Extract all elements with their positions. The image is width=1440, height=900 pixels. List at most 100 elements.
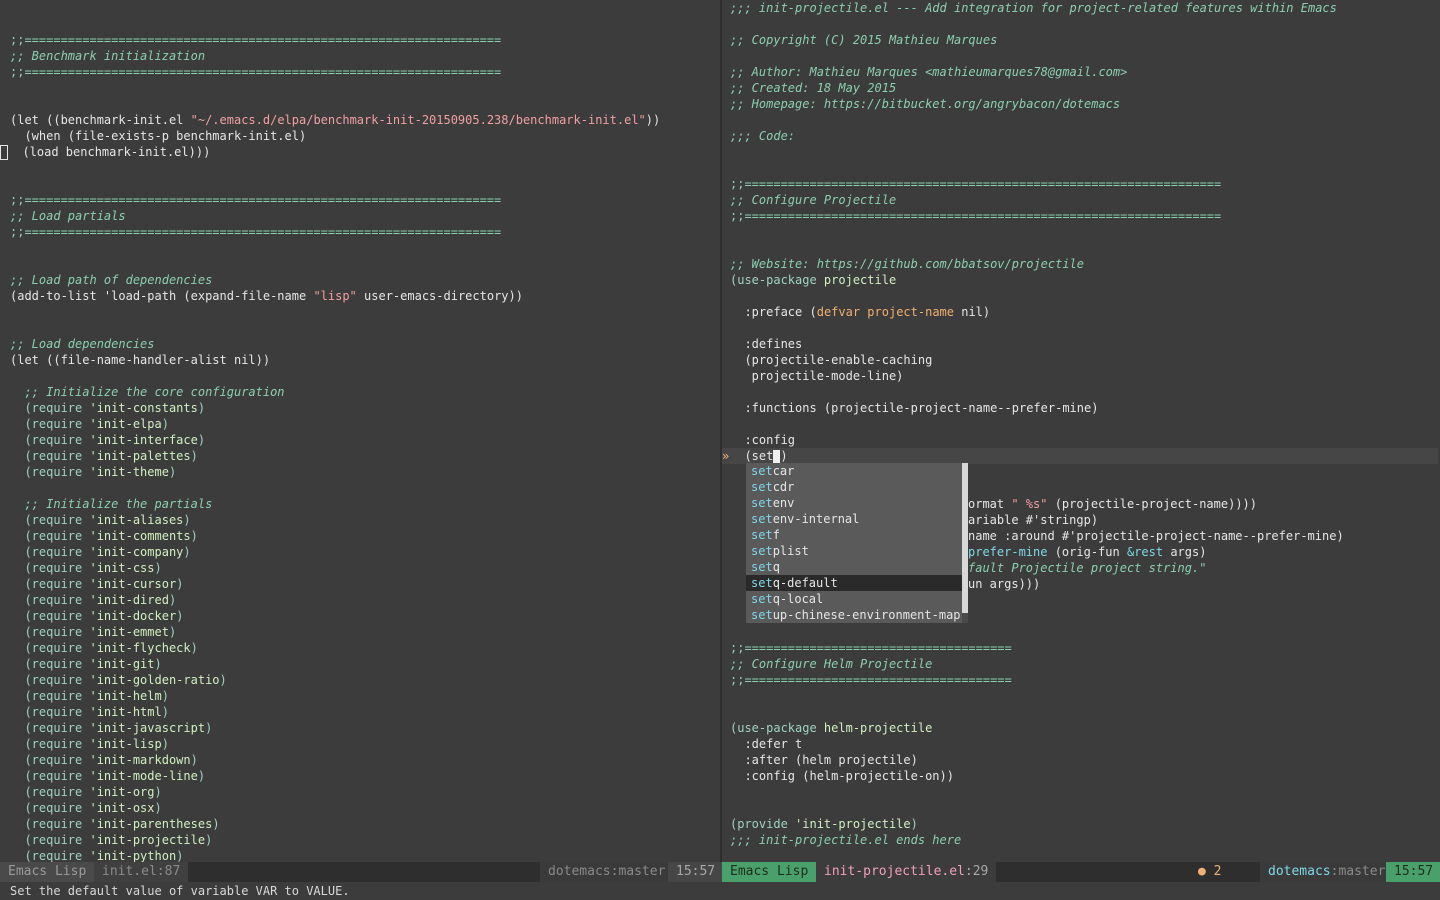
- comment-line: ;; Load dependencies: [10, 337, 155, 351]
- hidden-line-3: name :around #'projectile-project-name--…: [968, 529, 1344, 543]
- defines-line-1: (projectile-enable-caching: [730, 353, 933, 367]
- require-line: (require 'init-dired): [10, 593, 177, 607]
- comment-rule: ;;======================================…: [10, 33, 502, 47]
- config2-line: :config (helm-projectile-on)): [730, 769, 954, 783]
- require-line: (require 'init-javascript): [10, 721, 213, 735]
- completion-popup[interactable]: setcar setcdr setenv setenv-internal setf set…: [746, 463, 962, 623]
- defines-line: :defines: [730, 337, 803, 351]
- completion-candidate[interactable]: setcdr: [746, 479, 962, 495]
- require-line: (require 'init-lisp): [10, 737, 169, 751]
- clock: 15:57: [1386, 862, 1440, 882]
- created-line: ;; Created: 18 May 2015: [730, 81, 897, 95]
- require-line: (require 'init-html): [10, 705, 169, 719]
- current-line[interactable]: (set): [722, 448, 1438, 464]
- major-mode[interactable]: Emacs Lisp: [722, 862, 817, 882]
- section-heading: ;; Benchmark initialization: [10, 49, 206, 63]
- section-heading: ;; Configure Projectile: [730, 193, 897, 207]
- provide-line: (provide 'init-projectile): [730, 817, 918, 831]
- require-line: (require 'init-docker): [10, 609, 184, 623]
- completion-candidate[interactable]: setenv: [746, 495, 962, 511]
- file-header: ;;; init-projectile.el --- Add integrati…: [730, 1, 1337, 15]
- defer-line: :defer t: [730, 737, 803, 751]
- right-editor-pane[interactable]: ;;; init-projectile.el --- Add integrati…: [722, 0, 1440, 862]
- left-modeline: Emacs Lisp init.el:87 dotemacs:master 15…: [0, 862, 724, 882]
- comment-line: ;; Initialize the partials: [10, 497, 213, 511]
- partial-require-list: (require 'init-aliases) (require 'init-c…: [10, 512, 227, 862]
- completion-candidate[interactable]: setq-local: [746, 591, 962, 607]
- require-line: (require 'init-helm): [10, 689, 169, 703]
- website-line: ;; Website: https://github.com/bbatsov/p…: [730, 257, 1085, 271]
- completion-scrollbar[interactable]: [962, 463, 968, 623]
- comment-rule: ;;======================================…: [730, 177, 1222, 191]
- require-line: (require 'init-projectile): [10, 833, 213, 847]
- code-marker: ;;; Code:: [730, 129, 796, 143]
- code-line-add-to-list: (add-to-list 'load-path (expand-file-nam…: [10, 289, 523, 303]
- require-line: (require 'init-org): [10, 785, 162, 799]
- require-line: (require 'init-osx): [10, 801, 162, 815]
- section-heading: ;; Configure Helm Projectile: [730, 657, 933, 671]
- use-package-helm: (use-package helm-projectile: [730, 721, 933, 735]
- completion-candidate[interactable]: setq-default: [746, 575, 962, 591]
- require-line: (require 'init-company): [10, 545, 191, 559]
- require-line: (require 'init-aliases): [10, 513, 191, 527]
- major-mode[interactable]: Emacs Lisp: [0, 862, 95, 882]
- comment-rule: ;;======================================…: [10, 193, 502, 207]
- require-line: (require 'init-golden-ratio): [10, 673, 227, 687]
- comment-rule: ;;======================================…: [10, 65, 502, 79]
- require-line: (require 'init-constants): [10, 401, 206, 415]
- hidden-line-1: ormat " %s" (projectile-project-name)))): [968, 497, 1257, 511]
- after-line: :after (helm projectile): [730, 753, 918, 767]
- section-heading: ;; Load partials: [10, 209, 126, 223]
- comment-rule: ;;=====================================: [730, 641, 1012, 655]
- hidden-line-2: ariable #'stringp): [968, 513, 1099, 527]
- config-line: :config: [730, 433, 796, 447]
- code-line-when: (when (file-exists-p benchmark-init.el): [10, 129, 307, 143]
- hidden-line-6: un args))): [968, 577, 1041, 591]
- fringe-arrow-icon: »: [722, 449, 730, 463]
- use-package-projectile: (use-package projectile: [730, 273, 897, 287]
- code-line-let-handler: (let ((file-name-handler-alist nil)): [10, 353, 271, 367]
- require-line: (require 'init-css): [10, 561, 162, 575]
- require-line: (require 'init-elpa): [10, 417, 169, 431]
- core-require-list: (require 'init-constants) (require 'init…: [10, 400, 205, 480]
- code-line-load: (load benchmark-init.el))): [0, 144, 210, 160]
- left-editor-pane[interactable]: ;;======================================…: [0, 0, 720, 862]
- inactive-cursor: [0, 145, 8, 160]
- require-line: (require 'init-python): [10, 849, 184, 862]
- require-line: (require 'init-markdown): [10, 753, 198, 767]
- echo-area: Set the default value of variable VAR to…: [0, 882, 1440, 900]
- vc-branch[interactable]: dotemacs:master: [1260, 862, 1394, 882]
- completion-candidate[interactable]: setq: [746, 559, 962, 575]
- completion-candidate[interactable]: setenv-internal: [746, 511, 962, 527]
- buffer-name[interactable]: init.el:87: [94, 862, 189, 882]
- completion-candidate[interactable]: setup-chinese-environment-map: [746, 607, 962, 623]
- completion-candidate[interactable]: setf: [746, 527, 962, 543]
- code-line-let: (let ((benchmark-init.el "~/.emacs.d/elp…: [10, 113, 661, 127]
- comment-rule: ;;=====================================: [730, 673, 1012, 687]
- hidden-line-4: prefer-mine (orig-fun &rest args): [968, 545, 1207, 559]
- require-line: (require 'init-git): [10, 657, 162, 671]
- clock: 15:57: [668, 862, 724, 882]
- right-modeline: Emacs Lisp init-projectile.el:29 ● 2 dot…: [722, 862, 1440, 882]
- require-line: (require 'init-palettes): [10, 449, 198, 463]
- functions-line: :functions (projectile-project-name--pre…: [730, 401, 1099, 415]
- preface-line: :preface (defvar project-name nil): [730, 305, 991, 319]
- vc-branch[interactable]: dotemacs:master: [540, 862, 674, 882]
- require-line: (require 'init-emmet): [10, 625, 177, 639]
- flycheck-errors[interactable]: ● 2: [1190, 862, 1229, 882]
- buffer-name[interactable]: init-projectile.el:29: [816, 862, 997, 882]
- completion-candidate[interactable]: setcar: [746, 463, 962, 479]
- comment-rule: ;;======================================…: [730, 209, 1222, 223]
- require-line: (require 'init-interface): [10, 433, 206, 447]
- comment-rule: ;;======================================…: [10, 225, 502, 239]
- require-line: (require 'init-comments): [10, 529, 198, 543]
- comment-line: ;; Load path of dependencies: [10, 273, 213, 287]
- require-line: (require 'init-cursor): [10, 577, 184, 591]
- completion-scrollbar-thumb[interactable]: [962, 463, 968, 613]
- defines-line-2: projectile-mode-line): [730, 369, 904, 383]
- file-footer: ;;; init-projectile.el ends here: [730, 833, 962, 847]
- completion-candidate[interactable]: setplist: [746, 543, 962, 559]
- require-line: (require 'init-theme): [10, 465, 177, 479]
- comment-line: ;; Initialize the core configuration: [10, 385, 285, 399]
- homepage-line: ;; Homepage: https://bitbucket.org/angry…: [730, 97, 1121, 111]
